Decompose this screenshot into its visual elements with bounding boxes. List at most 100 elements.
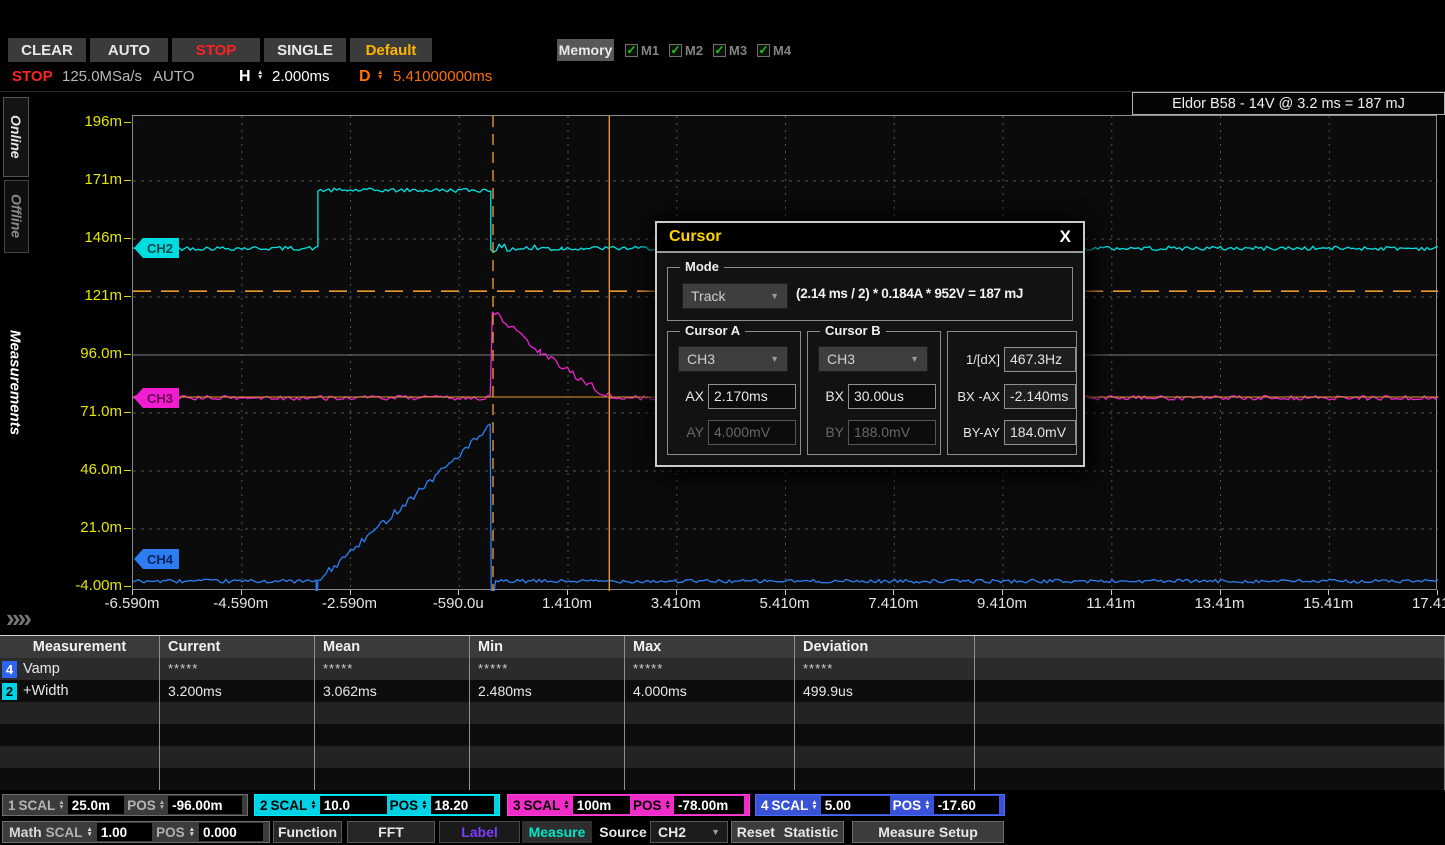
table-cell — [975, 680, 1445, 702]
scale-label: SCAL — [524, 798, 561, 813]
scale-field[interactable]: 10.0 — [320, 796, 387, 814]
spinner-icon[interactable]: ▲▼ — [563, 800, 569, 810]
close-icon[interactable]: X — [1060, 227, 1071, 247]
clear-button[interactable]: CLEAR — [8, 38, 86, 62]
math-pos-field[interactable]: 0.000 — [199, 823, 263, 841]
scale-label: SCAL — [271, 798, 308, 813]
memory-slot-m1[interactable]: ✓M1 — [625, 43, 659, 58]
tab-online[interactable]: Online — [3, 97, 29, 177]
spinner-icon[interactable]: ▲▼ — [924, 800, 930, 810]
position-field[interactable]: -96.00m — [168, 796, 242, 814]
stop-button[interactable]: STOP — [172, 38, 260, 62]
fft-button[interactable]: FFT — [347, 821, 435, 843]
channel-tag-ch3[interactable]: CH3 — [134, 388, 179, 408]
auto-button[interactable]: AUTO — [90, 38, 168, 62]
scale-label: SCAL — [772, 798, 809, 813]
measurements-panel-tab[interactable]: Measurements — [0, 288, 30, 478]
default-button[interactable]: Default — [350, 38, 432, 62]
checkbox-checked-icon[interactable]: ✓ — [625, 44, 638, 57]
table-row[interactable] — [0, 746, 1445, 768]
scale-field[interactable]: 5.00 — [821, 796, 890, 814]
memory-button[interactable]: Memory — [557, 39, 614, 61]
cursor-b-source-dropdown[interactable]: CH3 ▼ — [818, 346, 928, 372]
channel-tag-ch2[interactable]: CH2 — [134, 238, 179, 258]
memory-slot-m2[interactable]: ✓M2 — [669, 43, 703, 58]
y-axis-tick — [124, 412, 131, 413]
spinner-icon[interactable]: ▲▼ — [665, 800, 671, 810]
spinner-icon[interactable]: ▲▼ — [811, 800, 817, 810]
trigger-mode: AUTO — [153, 68, 194, 85]
tab-offline[interactable]: Offline — [4, 180, 29, 253]
function-button[interactable]: Function — [273, 821, 342, 843]
label-button[interactable]: Label — [439, 821, 520, 843]
spinner-icon[interactable]: ▲▼ — [58, 800, 64, 810]
table-cell — [795, 768, 975, 790]
bx-field[interactable]: 30.00us — [848, 384, 936, 409]
memory-slot-label: M2 — [685, 43, 703, 58]
table-cell — [795, 724, 975, 746]
table-cell: ***** — [160, 658, 315, 680]
table-row[interactable] — [0, 724, 1445, 746]
cursor-mode-dropdown[interactable]: Track ▼ — [682, 283, 788, 309]
spinner-icon[interactable]: ▲▼ — [421, 800, 427, 810]
position-field[interactable]: 18.20 — [431, 796, 494, 814]
channel-number: 1 — [8, 798, 16, 813]
delay-value[interactable]: 5.41000000ms — [393, 68, 492, 85]
table-cell: ***** — [315, 658, 470, 680]
bx-row: BX 30.00us — [814, 383, 940, 409]
table-header-row: MeasurementCurrentMeanMinMaxDeviation — [0, 636, 1445, 658]
channel-2-bar[interactable]: 2SCAL▲▼10.0POS▲▼18.20 — [254, 794, 500, 816]
sample-rate: 125.0MSa/s — [62, 68, 142, 85]
reset-statistic-button[interactable]: Reset Statistic — [731, 821, 844, 843]
h-scale-value[interactable]: 2.000ms — [272, 68, 330, 85]
table-row[interactable] — [0, 702, 1445, 724]
ax-field[interactable]: 2.170ms — [708, 384, 796, 409]
single-button[interactable]: SINGLE — [264, 38, 346, 62]
table-row[interactable]: 2+Width3.200ms3.062ms2.480ms4.000ms499.9… — [0, 680, 1445, 702]
channel-1-bar[interactable]: 1SCAL▲▼25.0mPOS▲▼-96.00m — [2, 794, 248, 816]
table-cell — [975, 702, 1445, 724]
table-row[interactable]: 4Vamp************************* — [0, 658, 1445, 680]
checkbox-checked-icon[interactable]: ✓ — [757, 44, 770, 57]
measurement-value: ***** — [315, 658, 353, 676]
x-axis-tick — [1002, 590, 1003, 595]
cursor-mode-value: Track — [691, 288, 725, 304]
x-axis-tick-label: 3.410m — [634, 595, 718, 612]
expand-chevrons-icon[interactable]: »» — [6, 606, 29, 630]
cursor-a-source-dropdown[interactable]: CH3 ▼ — [678, 346, 788, 372]
acquisition-state: STOP — [12, 68, 53, 85]
delay-spinner[interactable]: ▲▼ — [377, 70, 383, 80]
ay-row: AY 4.000mV — [674, 419, 800, 445]
source-dropdown[interactable]: CH2 ▼ — [650, 821, 728, 843]
table-cell: ***** — [625, 658, 795, 680]
freq-field: 467.3Hz — [1004, 347, 1076, 372]
math-scal-field[interactable]: 1.00 — [97, 823, 152, 841]
h-scale-spinner[interactable]: ▲▼ — [257, 70, 263, 80]
x-axis-tick — [241, 590, 242, 595]
y-axis-tick-label: 146m — [70, 229, 122, 247]
h-scale-label: H — [239, 68, 251, 86]
channel-tag-ch4[interactable]: CH4 — [134, 549, 179, 569]
position-field[interactable]: -78.00m — [674, 796, 744, 814]
scale-field[interactable]: 25.0m — [68, 796, 125, 814]
position-field[interactable]: -17.60 — [934, 796, 999, 814]
math-pos-spinner[interactable]: ▲▼ — [189, 827, 195, 837]
channel-4-bar[interactable]: 4SCAL▲▼5.00POS▲▼-17.60 — [755, 794, 1005, 816]
math-scal-spinner[interactable]: ▲▼ — [86, 827, 92, 837]
checkbox-checked-icon[interactable]: ✓ — [669, 44, 682, 57]
table-cell — [160, 724, 315, 746]
table-row[interactable] — [0, 768, 1445, 790]
measure-tab[interactable]: Measure — [522, 821, 592, 843]
x-axis-tick — [1437, 590, 1438, 595]
checkbox-checked-icon[interactable]: ✓ — [713, 44, 726, 57]
memory-slot-m3[interactable]: ✓M3 — [713, 43, 747, 58]
spinner-icon[interactable]: ▲▼ — [310, 800, 316, 810]
memory-slot-m4[interactable]: ✓M4 — [757, 43, 791, 58]
channel-3-bar[interactable]: 3SCAL▲▼100mPOS▲▼-78.00m — [507, 794, 750, 816]
spinner-icon[interactable]: ▲▼ — [159, 800, 165, 810]
dialog-titlebar[interactable]: Cursor X — [657, 223, 1083, 253]
dy-row: BY-AY 184.0mV — [950, 419, 1076, 445]
scale-field[interactable]: 100m — [573, 796, 630, 814]
measure-setup-button[interactable]: Measure Setup — [852, 821, 1004, 843]
table-cell: Measurement — [0, 636, 160, 658]
